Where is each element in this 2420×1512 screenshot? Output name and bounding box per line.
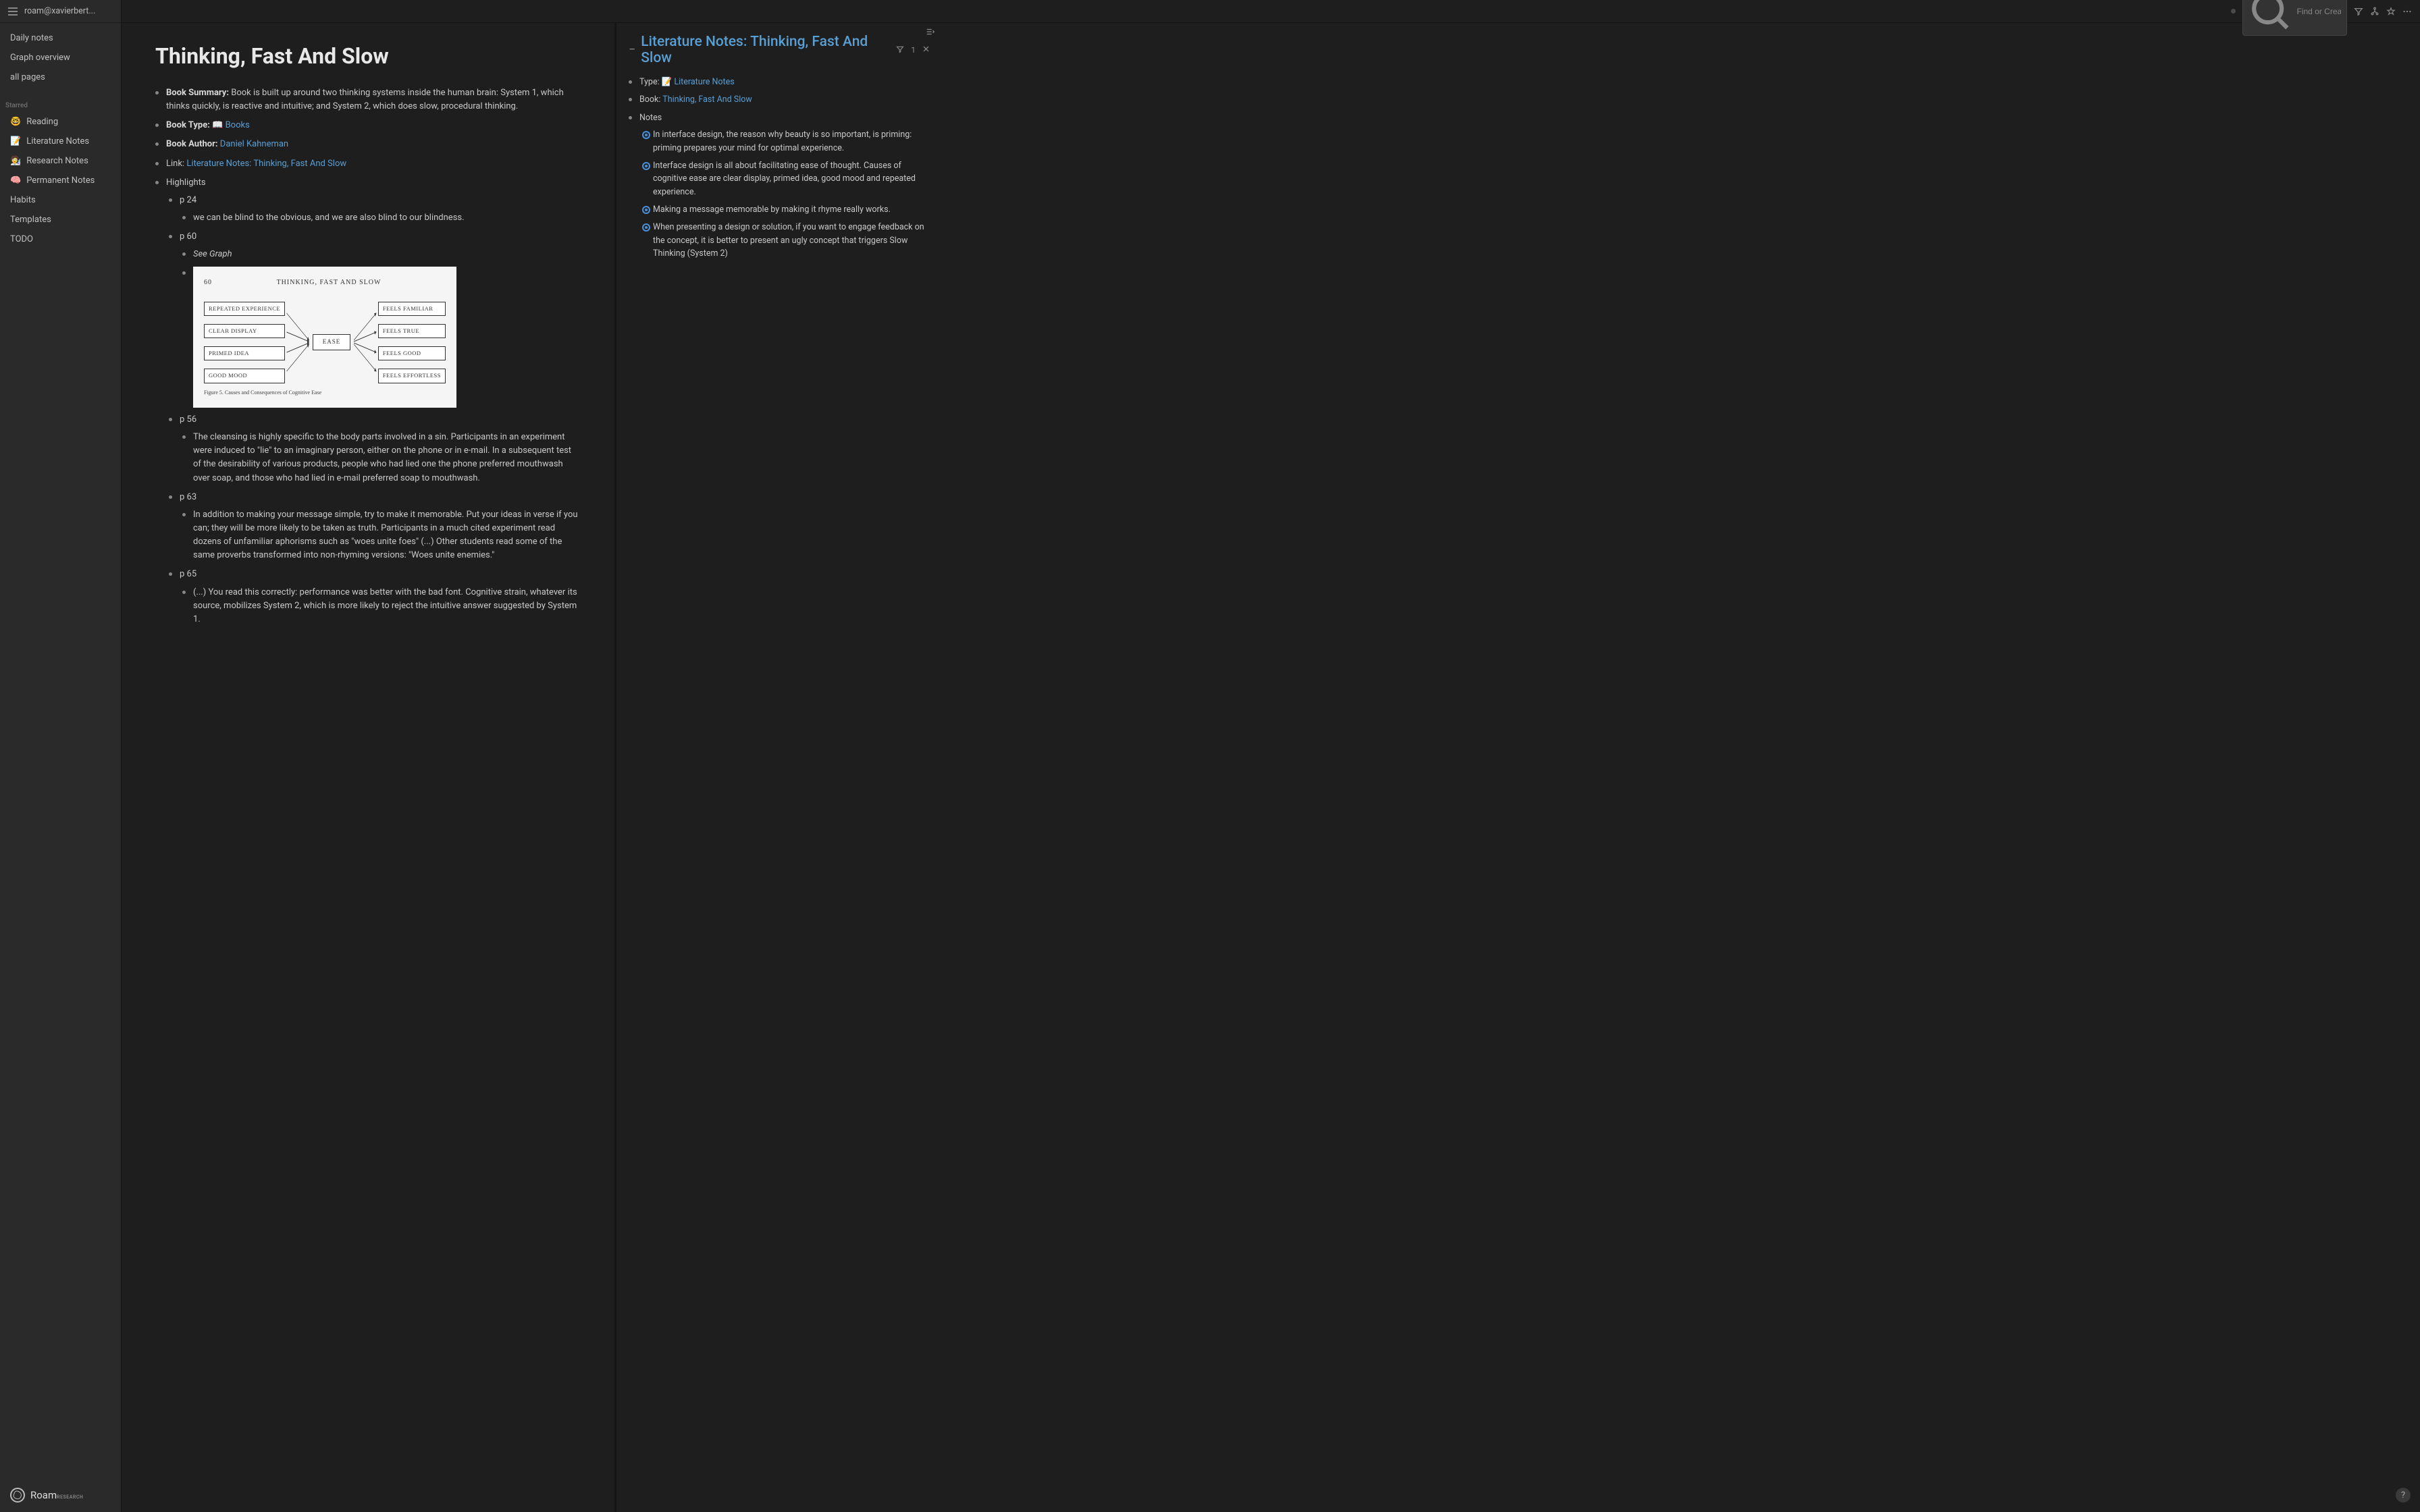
- emoji-nerd-icon: 🤓: [10, 117, 21, 127]
- block-author[interactable]: Book Author: Daniel Kahneman: [155, 138, 581, 151]
- block-p63-text[interactable]: In addition to making your message simpl…: [180, 508, 581, 563]
- close-icon[interactable]: [922, 45, 930, 55]
- star-icon[interactable]: [2386, 7, 2396, 16]
- nav-daily-notes[interactable]: Daily notes: [0, 28, 121, 48]
- block-p65[interactable]: p 65 (...) You read this correctly: perf…: [166, 568, 581, 626]
- nav-graph-overview[interactable]: Graph overview: [0, 48, 121, 68]
- note-item[interactable]: Making a message memorable by making it …: [639, 203, 930, 216]
- right-block-type[interactable]: Type: 📝 Literature Notes: [629, 76, 930, 88]
- right-block-book[interactable]: Book: Thinking, Fast And Slow: [629, 93, 930, 106]
- right-sidebar: − Literature Notes: Thinking, Fast And S…: [614, 23, 942, 1512]
- block-graph-image[interactable]: 60THINKING, FAST AND SLOW REPEATED EXPER…: [180, 267, 581, 408]
- shortcut-templates[interactable]: Templates: [0, 210, 121, 230]
- filter-icon[interactable]: [2354, 7, 2363, 16]
- topbar: [122, 0, 2420, 23]
- roam-logo-icon: [10, 1488, 25, 1503]
- sync-status-icon: [2231, 9, 2236, 14]
- book-icon: 📖: [212, 120, 223, 130]
- block-highlights[interactable]: Highlights p 24 we can be blind to the o…: [155, 176, 581, 626]
- block-type[interactable]: Book Type: 📖 Books: [155, 119, 581, 132]
- more-icon[interactable]: [2402, 7, 2412, 16]
- shortcut-research-notes[interactable]: 🧑‍🔬Research Notes: [0, 151, 121, 171]
- right-page-title[interactable]: Literature Notes: Thinking, Fast And Slo…: [641, 34, 891, 66]
- block-summary[interactable]: Book Summary: Book is built up around tw…: [155, 86, 581, 113]
- block-see-graph[interactable]: See Graph: [180, 248, 581, 261]
- link-author[interactable]: Daniel Kahneman: [220, 139, 288, 149]
- shortcut-todo[interactable]: TODO: [0, 230, 121, 249]
- nav-all-pages[interactable]: all pages: [0, 68, 121, 87]
- reference-count: 1: [911, 45, 916, 55]
- graph-fork-icon[interactable]: [2370, 7, 2379, 16]
- link-litnotes[interactable]: Literature Notes: Thinking, Fast And Slo…: [186, 159, 346, 169]
- link-books[interactable]: Books: [226, 120, 250, 130]
- block-p56[interactable]: p 56 The cleansing is highly specific to…: [166, 413, 581, 485]
- block-p63[interactable]: p 63 In addition to making your message …: [166, 491, 581, 563]
- note-item[interactable]: In interface design, the reason why beau…: [639, 128, 930, 155]
- block-p60[interactable]: p 60 See Graph 60THINKING, FAST AND SLOW: [166, 230, 581, 408]
- note-item[interactable]: When presenting a design or solution, if…: [639, 221, 930, 260]
- link-book-page[interactable]: Thinking, Fast And Slow: [662, 94, 752, 105]
- shortcut-permanent-notes[interactable]: 🧠Permanent Notes: [0, 171, 121, 190]
- note-item[interactable]: Interface design is all about facilitati…: [639, 159, 930, 198]
- collapse-toggle-icon[interactable]: −: [629, 44, 635, 56]
- left-sidebar: roam@xavierbert... Daily notes Graph ove…: [0, 0, 122, 1512]
- emoji-brain-icon: 🧠: [10, 176, 21, 186]
- brand-footer[interactable]: RoamRESEARCH: [0, 1478, 121, 1512]
- page-title[interactable]: Thinking, Fast And Slow: [155, 43, 581, 69]
- main-page[interactable]: Thinking, Fast And Slow Book Summary: Bo…: [122, 23, 614, 1512]
- block-link[interactable]: Link: Literature Notes: Thinking, Fast A…: [155, 157, 581, 171]
- collapse-sidebar-icon[interactable]: [926, 27, 935, 39]
- shortcut-habits[interactable]: Habits: [0, 190, 121, 210]
- block-p24[interactable]: p 24 we can be blind to the obvious, and…: [166, 194, 581, 225]
- link-literature-notes[interactable]: Literature Notes: [674, 77, 734, 87]
- block-p56-text[interactable]: The cleansing is highly specific to the …: [180, 431, 581, 485]
- embedded-image: 60THINKING, FAST AND SLOW REPEATED EXPER…: [193, 267, 456, 408]
- emoji-memo-icon: 📝: [10, 136, 21, 146]
- block-p24-text[interactable]: we can be blind to the obvious, and we a…: [180, 211, 581, 225]
- shortcut-literature-notes[interactable]: 📝Literature Notes: [0, 132, 121, 151]
- starred-section-label: Starred: [0, 92, 121, 112]
- filter-icon[interactable]: [896, 45, 904, 55]
- right-block-notes[interactable]: Notes In interface design, the reason wh…: [629, 111, 930, 261]
- help-button[interactable]: ?: [2396, 1488, 2411, 1503]
- workspace-name[interactable]: roam@xavierbert...: [24, 6, 95, 16]
- search-input[interactable]: [2297, 7, 2342, 16]
- shortcut-reading[interactable]: 🤓Reading: [0, 112, 121, 132]
- memo-icon: 📝: [662, 77, 673, 87]
- menu-icon[interactable]: [8, 7, 18, 16]
- emoji-scientist-icon: 🧑‍🔬: [10, 156, 21, 166]
- block-p65-text[interactable]: (...) You read this correctly: performan…: [180, 586, 581, 626]
